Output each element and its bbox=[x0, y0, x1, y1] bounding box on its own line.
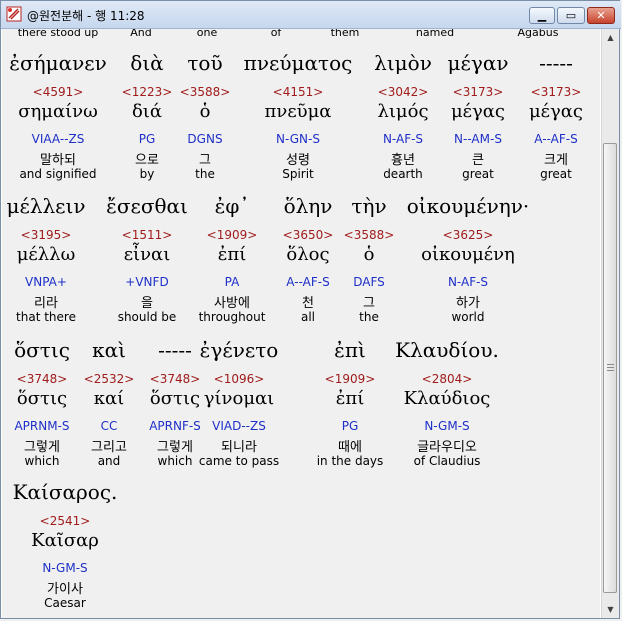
greek-word: Καίσαρος. bbox=[12, 480, 118, 504]
scroll-thumb[interactable] bbox=[603, 143, 617, 593]
minimize-icon: ▁ bbox=[537, 9, 547, 22]
verse-line: Καίσαρος. <2541> Καῖσαρ N-GM-S 가이사 Caesar bbox=[2, 480, 600, 616]
vertical-scrollbar[interactable]: ▲ ▼ bbox=[601, 29, 619, 618]
interlinear-view: there stood up And one of them named Agabus ἐσ… bbox=[2, 29, 600, 618]
strong-number[interactable]: <2541> bbox=[2, 514, 130, 528]
app-logo-icon bbox=[6, 6, 22, 22]
parsing-code: N-GM-S bbox=[424, 419, 470, 433]
previous-line-word: named bbox=[415, 29, 455, 39]
korean-gloss: 글라우디오 bbox=[417, 440, 477, 455]
previous-line-word: them bbox=[330, 29, 360, 39]
close-button[interactable]: ✕ bbox=[587, 7, 615, 24]
interlinear-word[interactable]: ----- <3173> μέγας A--AF-S 크게 great bbox=[491, 51, 600, 187]
minimize-button[interactable]: ▁ bbox=[529, 7, 555, 24]
english-gloss: great bbox=[540, 167, 572, 181]
verse-line: ἐσήμανεν <4591> σημαίνω VIAA--ZS 말하되 and sign… bbox=[2, 51, 600, 187]
parsing-code: N-AF-S bbox=[447, 275, 489, 289]
lemma-word: οἰκουμένη bbox=[421, 244, 515, 265]
close-icon: ✕ bbox=[596, 9, 606, 22]
korean-gloss: 가이사 bbox=[47, 582, 83, 597]
window-title: @원전분해 - 행 11:28 bbox=[27, 9, 145, 23]
verse-line: μέλλειν <3195> μέλλω VNPA+ 리라 that there ἔσεσθ… bbox=[2, 194, 600, 330]
parsing-code: A--AF-S bbox=[534, 132, 578, 146]
english-gloss: of Claudius bbox=[413, 454, 481, 468]
lemma-word: Κλαύδιος bbox=[403, 388, 491, 409]
scroll-up-arrow-icon[interactable]: ▲ bbox=[602, 29, 619, 46]
scroll-down-arrow-icon[interactable]: ▼ bbox=[602, 601, 619, 618]
verse-line: ὅστις <3748> ὅστις APRNM-S 그렇게 which καὶ <2532>… bbox=[2, 338, 600, 474]
interlinear-word[interactable]: Κλαυδίου. <2804> Κλαύδιος N-GM-S 글라우디오 of Cla… bbox=[382, 338, 512, 474]
lemma-word: μέγας bbox=[528, 101, 584, 122]
title-bar[interactable]: @원전분해 - 행 11:28 ▁ ▭ ✕ bbox=[1, 1, 621, 29]
greek-word: Κλαυδίου. bbox=[395, 338, 499, 362]
korean-gloss: 하가 bbox=[456, 296, 480, 311]
strong-number[interactable]: <3625> bbox=[403, 228, 533, 242]
interlinear-word[interactable]: Καίσαρος. <2541> Καῖσαρ N-GM-S 가이사 Caesar bbox=[2, 480, 130, 616]
english-gloss: Caesar bbox=[44, 596, 86, 610]
greek-word: οἰκουμένην· bbox=[406, 194, 530, 218]
korean-gloss: 크게 bbox=[544, 153, 568, 168]
lemma-word: Καῖσαρ bbox=[31, 530, 99, 551]
maximize-icon: ▭ bbox=[565, 9, 577, 22]
previous-line-word: Agabus bbox=[517, 29, 559, 39]
english-gloss: world bbox=[451, 310, 485, 324]
interlinear-word[interactable]: οἰκουμένην· <3625> οἰκουμένη N-AF-S 하가 world bbox=[403, 194, 533, 330]
parsing-code: N-GM-S bbox=[42, 561, 88, 575]
maximize-button[interactable]: ▭ bbox=[557, 7, 585, 24]
greek-word: ----- bbox=[539, 51, 573, 75]
strong-number[interactable]: <2804> bbox=[382, 372, 512, 386]
strong-number[interactable]: <3173> bbox=[491, 85, 600, 99]
app-window: @원전분해 - 행 11:28 ▁ ▭ ✕ there stood up And o… bbox=[0, 0, 621, 619]
